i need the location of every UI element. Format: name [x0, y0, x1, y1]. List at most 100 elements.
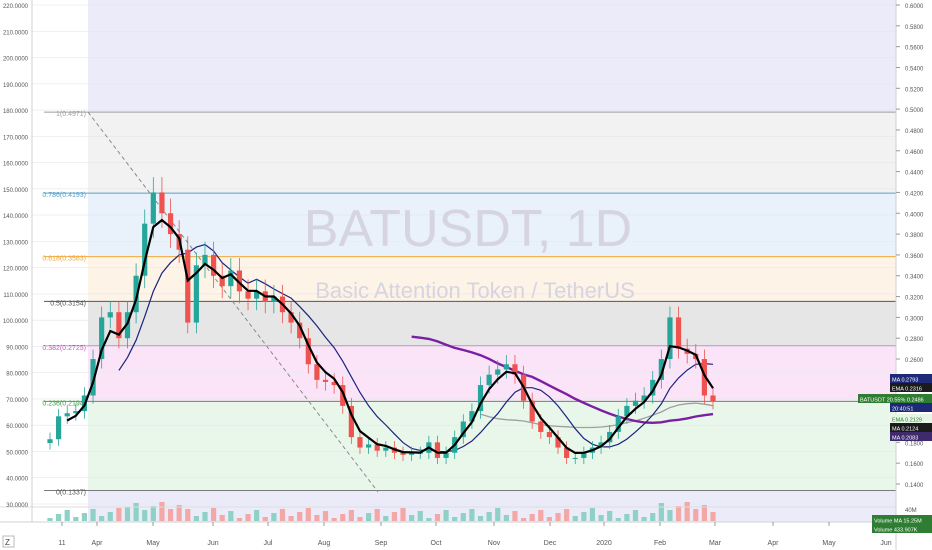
x-tick-label: Apr	[92, 540, 104, 547]
candle-body[interactable]	[107, 312, 113, 318]
left-tick-label: 170.0000	[3, 135, 29, 141]
candle-body[interactable]	[503, 364, 509, 370]
candle-body[interactable]	[710, 395, 716, 402]
volume-bar	[426, 518, 432, 521]
volume-bar	[245, 514, 251, 521]
indicator-label-text: MA 0.2083	[892, 436, 918, 442]
fib-level-label: 0.382(0.2725)	[42, 345, 86, 352]
fibonacci-retracement[interactable]: 1(0.4971) 0.786(0.4193) 0.618(0.3583) 0.5(0…	[42, 111, 896, 497]
volume-bar	[314, 515, 320, 521]
volume-bar	[675, 506, 682, 521]
candle-body[interactable]	[245, 291, 251, 299]
volume-bar	[443, 510, 449, 521]
svg-text:Z: Z	[5, 538, 10, 547]
candle-body[interactable]	[546, 431, 553, 438]
candle-body[interactable]	[383, 447, 389, 451]
candle-body[interactable]	[365, 444, 372, 448]
candle-body[interactable]	[538, 421, 544, 432]
candle-body[interactable]	[434, 442, 441, 458]
volume-bar	[185, 509, 191, 521]
volume-bar	[632, 510, 639, 521]
left-price-axis[interactable]: 220.0000 210.0000 200.0000 190.0000 180.0000…	[3, 4, 29, 509]
right-tick-label: 0.4400	[905, 171, 924, 177]
x-tick-label: Nov	[488, 540, 501, 547]
left-tick-label: 30.0000	[6, 503, 28, 509]
volume-bar	[383, 516, 389, 521]
volume-bar	[107, 512, 113, 521]
candle-body[interactable]	[357, 437, 363, 448]
volume-bar	[116, 508, 122, 521]
left-tick-label: 40.0000	[6, 477, 28, 483]
volume-bar	[538, 510, 544, 521]
fib-level-label: 0.236(0.2194)	[42, 400, 86, 407]
candle-body[interactable]	[322, 379, 329, 382]
candle-body[interactable]	[56, 416, 62, 440]
x-tick-label: May	[146, 540, 160, 547]
candle-body[interactable]	[159, 192, 165, 214]
volume-bar	[81, 513, 88, 521]
candle-body[interactable]	[486, 374, 492, 386]
fib-band	[88, 346, 896, 402]
volume-bar	[641, 517, 647, 521]
candle-body[interactable]	[47, 439, 53, 444]
volume-bar	[219, 515, 225, 521]
indicator-label-text: MA 0.2124	[892, 427, 918, 433]
x-tick-label: Aug	[318, 540, 331, 547]
volume-bar	[124, 507, 131, 521]
left-tick-label: 200.0000	[3, 57, 29, 63]
candle-body[interactable]	[572, 457, 578, 459]
candle-body[interactable]	[64, 413, 70, 417]
volume-bar	[477, 516, 484, 521]
volume-bar	[512, 511, 518, 521]
candle-body[interactable]	[228, 270, 234, 287]
volume-bar	[150, 506, 156, 521]
candle-body[interactable]	[314, 364, 320, 380]
candle-body[interactable]	[185, 249, 191, 323]
volume-bar	[520, 518, 527, 521]
left-tick-label: 70.0000	[6, 398, 28, 404]
right-tick-label: 0.4200	[905, 191, 924, 197]
volume-bar	[598, 515, 604, 521]
right-tick-label: 0.5000	[905, 108, 924, 114]
x-tick-label: Jul	[264, 540, 273, 547]
fib-level-label: 0.786(0.4193)	[42, 192, 86, 199]
volume-bar	[693, 509, 699, 521]
right-tick-label: 0.2800	[905, 337, 924, 343]
candle-body[interactable]	[632, 400, 639, 406]
fib-band	[88, 301, 896, 347]
volume-bar	[64, 510, 70, 521]
volume-bar	[469, 509, 475, 521]
volume-bar	[572, 516, 578, 521]
candle-body[interactable]	[495, 369, 501, 375]
left-tick-label: 220.0000	[3, 4, 29, 10]
left-tick-label: 160.0000	[3, 162, 29, 168]
volume-bar	[133, 503, 139, 521]
left-tick-label: 50.0000	[6, 450, 28, 456]
left-tick-label: 110.0000	[3, 293, 28, 299]
volume-bar	[210, 508, 217, 521]
volume-bar	[658, 503, 664, 521]
fib-level-label: 0(0.1337)	[56, 490, 86, 497]
chart-canvas[interactable]: 1(0.4971) 0.786(0.4193) 0.618(0.3583) 0.5(0…	[0, 0, 932, 550]
volume-bar	[73, 517, 79, 521]
zoom-reset-icon[interactable]: Z	[2, 535, 15, 548]
volume-axis-label: 40M	[905, 508, 917, 514]
volume-bar	[710, 512, 716, 521]
volume-bar	[581, 512, 587, 521]
time-axis[interactable]: 11 Apr May Jun Jul Aug Sep Oct Nov Dec 2020 Feb Mar A…	[58, 522, 892, 547]
volume-bar	[460, 513, 466, 521]
indicator-label-text: EMA 0.2316	[892, 387, 922, 393]
candle-body[interactable]	[150, 192, 156, 224]
volume-bar	[434, 514, 441, 521]
volume-bar	[400, 508, 406, 521]
volume-bar	[167, 509, 174, 521]
volume-bar	[374, 509, 380, 521]
x-tick-label: 11	[58, 540, 65, 547]
watermark-title: BATUSDT, 1D	[304, 200, 632, 258]
volume-bar	[365, 513, 372, 521]
x-tick-label: Jun	[207, 540, 218, 547]
candle-body[interactable]	[675, 317, 682, 349]
volume-bar	[142, 510, 148, 521]
volume-bar	[90, 509, 96, 521]
volume-bar	[279, 509, 286, 521]
